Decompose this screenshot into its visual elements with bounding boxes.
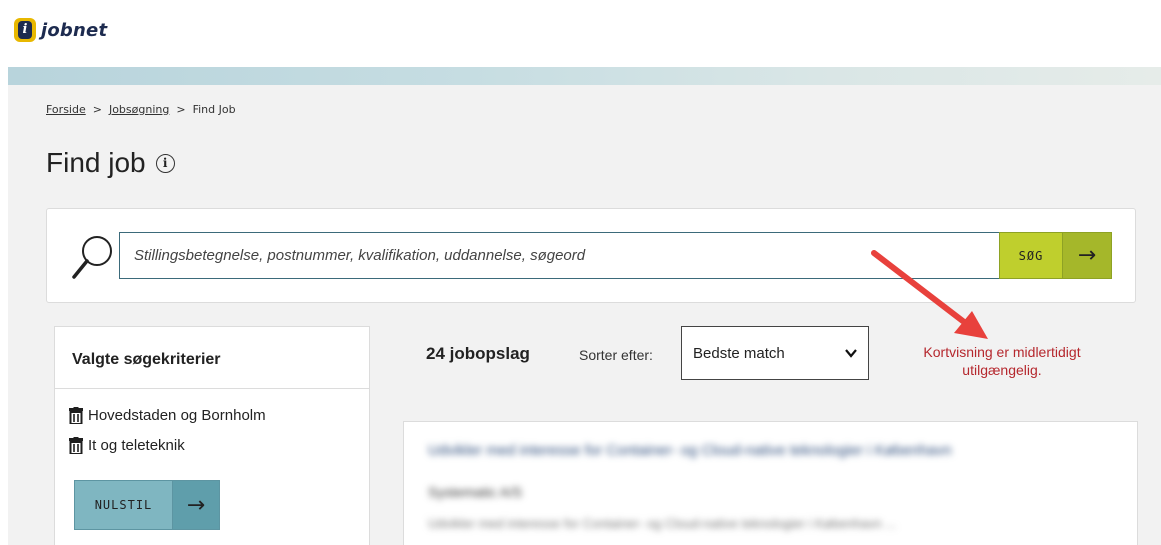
jobnet-logo[interactable]: i jobnet	[14, 18, 107, 42]
search-button[interactable]: SØG	[999, 232, 1063, 279]
criteria-label: It og teleteknik	[88, 437, 185, 454]
selected-criteria-heading: Valgte søgekriterier	[55, 327, 369, 389]
page-title-text: Find job	[46, 147, 146, 178]
breadcrumb-separator: >	[92, 103, 102, 116]
job-snippet: Udvikler med interesse for Container- og…	[428, 516, 897, 531]
breadcrumb-current: Find Job	[192, 103, 236, 116]
search-icon	[72, 236, 112, 279]
map-unavailable-notice: Kortvisning er midlertidigt utilgængelig…	[923, 344, 1081, 378]
job-title[interactable]: Udvikler med interesse for Container- og…	[428, 440, 1108, 461]
breadcrumb-separator: >	[176, 103, 186, 116]
breadcrumb-forside[interactable]: Forside	[46, 103, 86, 116]
job-company: Systematic A/S	[428, 484, 523, 500]
result-count: 24 jobopslag	[426, 344, 530, 363]
criteria-item[interactable]: Hovedstaden og Bornholm	[69, 407, 266, 424]
trash-icon[interactable]	[69, 407, 83, 424]
sort-label: Sorter efter:	[579, 347, 653, 363]
logo-text: jobnet	[41, 19, 108, 41]
trash-icon[interactable]	[69, 437, 83, 454]
search-arrow-icon[interactable]: →	[1062, 232, 1112, 279]
breadcrumb: Forside > Jobsøgning > Find Job	[46, 103, 236, 116]
selected-criteria-panel: Valgte søgekriterier Hovedstaden og Born…	[54, 326, 370, 545]
sort-select-value: Bedste match	[693, 344, 785, 362]
breadcrumb-jobsogning[interactable]: Jobsøgning	[109, 103, 169, 116]
reset-arrow-icon[interactable]: →	[172, 480, 220, 530]
jobnet-logo-mark: i	[14, 18, 36, 42]
reset-button[interactable]: NULSTIL	[74, 480, 173, 530]
page-title: Find job i	[46, 147, 175, 179]
header-band	[8, 67, 1161, 85]
info-icon[interactable]: i	[155, 153, 175, 173]
criteria-item[interactable]: It og teleteknik	[69, 437, 185, 454]
annotation-arrow-icon	[871, 250, 988, 339]
logo-letter: i	[18, 21, 32, 39]
chevron-down-icon	[845, 349, 857, 358]
sort-select[interactable]: Bedste match	[681, 326, 869, 380]
top-bar: i jobnet	[0, 0, 1161, 64]
main-content: Forside > Jobsøgning > Find Job Find job i S…	[8, 85, 1161, 545]
criteria-label: Hovedstaden og Bornholm	[88, 407, 266, 424]
job-card[interactable]: Udvikler med interesse for Container- og…	[403, 421, 1138, 545]
